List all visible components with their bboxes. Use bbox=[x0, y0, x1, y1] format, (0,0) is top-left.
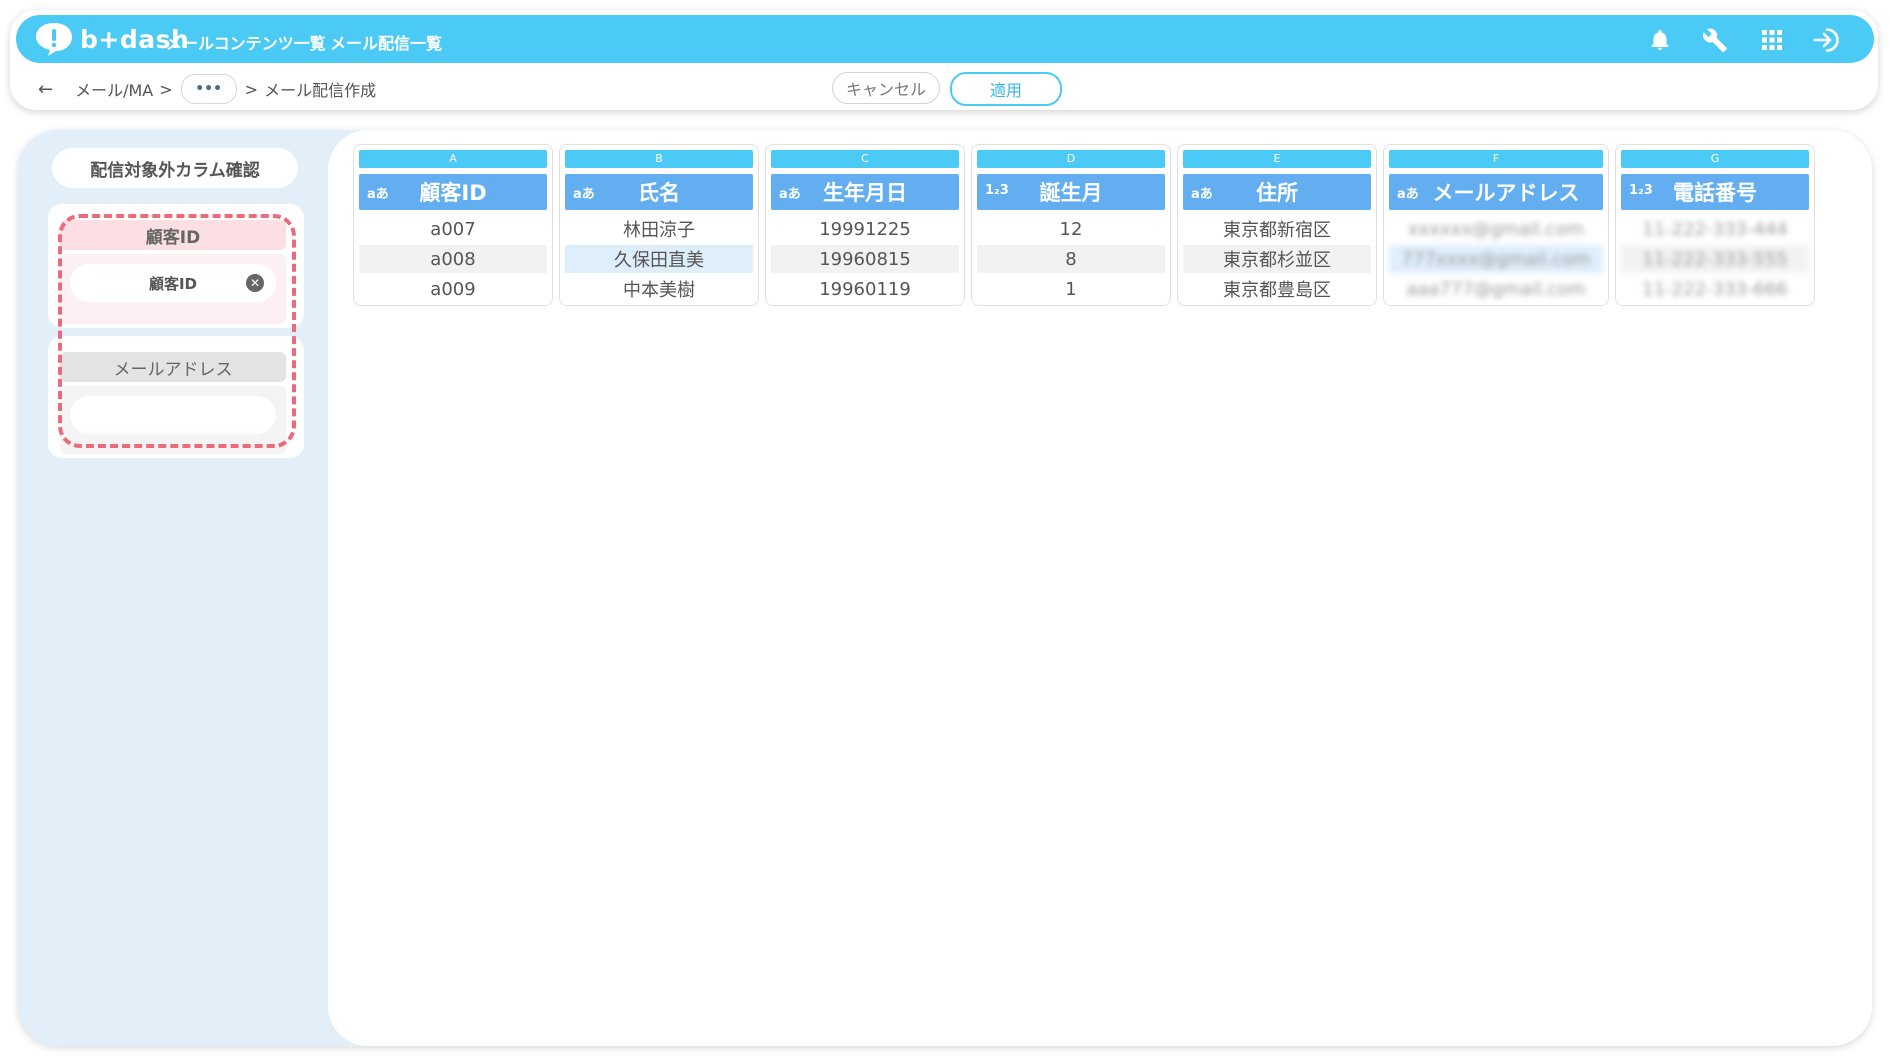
empty-chip-slot[interactable] bbox=[70, 396, 276, 434]
cancel-button[interactable]: キャンセル bbox=[832, 72, 940, 104]
chip-label: 顧客ID bbox=[148, 274, 198, 293]
column-card-c[interactable]: C aあ 生年月日 19991225 19960815 19960119 bbox=[765, 144, 965, 306]
wrench-icon[interactable] bbox=[1700, 25, 1730, 55]
breadcrumb-ellipsis-button[interactable]: ••• bbox=[180, 74, 237, 104]
column-name: 顧客ID bbox=[419, 181, 487, 205]
column-name: 電話番号 bbox=[1673, 181, 1757, 205]
column-card-e[interactable]: E aあ 住所 東京都新宿区 東京都杉並区 東京都豊島区 bbox=[1177, 144, 1377, 306]
text-type-icon: aあ bbox=[1397, 187, 1419, 202]
table-cell: 19960815 bbox=[771, 245, 959, 273]
breadcrumb-separator: > bbox=[244, 79, 259, 99]
table-cell: 中本美樹 bbox=[623, 280, 695, 301]
column-card-b[interactable]: B aあ 氏名 林田涼子 久保田直美 中本美樹 bbox=[559, 144, 759, 306]
table-cell: a008 bbox=[359, 245, 547, 273]
number-type-icon: 1₂3 bbox=[985, 183, 1009, 198]
text-type-icon: aあ bbox=[1191, 187, 1213, 202]
table-cell-masked: xxxxxx@gmail.com bbox=[1407, 218, 1585, 240]
table-cell: a009 bbox=[430, 278, 476, 300]
column-letter: B bbox=[565, 150, 753, 168]
column-name: 生年月日 bbox=[823, 181, 907, 205]
back-arrow-icon[interactable]: ← bbox=[38, 79, 53, 100]
breadcrumb-current: メール配信作成 bbox=[264, 81, 377, 100]
top-nav-bar: b+dash メールコンテンツ一覧 メール配信一覧 bbox=[16, 15, 1874, 63]
number-type-icon: 1₂3 bbox=[1629, 183, 1653, 198]
table-cell-masked: 777xxxx@gmail.com bbox=[1389, 245, 1603, 273]
table-cell-masked: 11-222-333-444 bbox=[1642, 218, 1788, 240]
nav-mail-deliveries[interactable]: メール配信一覧 bbox=[330, 30, 442, 54]
breadcrumb: ← メール/MA > ••• > メール配信作成 bbox=[38, 74, 376, 104]
table-cell: a007 bbox=[430, 218, 476, 240]
column-card-d[interactable]: D 1₂3 誕生月 12 8 1 bbox=[971, 144, 1171, 306]
column-name: 誕生月 bbox=[1039, 181, 1103, 205]
table-cell: 東京都杉並区 bbox=[1183, 245, 1371, 273]
bell-icon[interactable] bbox=[1645, 25, 1675, 55]
table-cell-masked: 11-222-333-555 bbox=[1621, 245, 1809, 273]
column-letter: C bbox=[771, 150, 959, 168]
column-name: 住所 bbox=[1256, 181, 1298, 205]
table-cell: 19960119 bbox=[819, 278, 911, 300]
column-header[interactable]: aあ 顧客ID bbox=[359, 174, 547, 210]
column-letter: G bbox=[1621, 150, 1809, 168]
column-header[interactable]: aあ 生年月日 bbox=[771, 174, 959, 210]
column-card-a[interactable]: A aあ 顧客ID a007 a008 a009 bbox=[353, 144, 553, 306]
table-cell: 東京都新宿区 bbox=[1223, 220, 1331, 241]
apps-grid-icon[interactable] bbox=[1757, 25, 1787, 55]
column-letter: F bbox=[1389, 150, 1603, 168]
field-label-customer-id: 顧客ID bbox=[60, 220, 286, 250]
column-header[interactable]: aあ 氏名 bbox=[565, 174, 753, 210]
breadcrumb-root[interactable]: メール/MA bbox=[75, 77, 153, 101]
column-chip-customer-id[interactable]: 顧客ID ✕ bbox=[70, 264, 276, 302]
column-header[interactable]: 1₂3 電話番号 bbox=[1621, 174, 1809, 210]
column-name: メールアドレス bbox=[1432, 181, 1580, 205]
text-type-icon: aあ bbox=[367, 187, 389, 202]
logout-icon[interactable] bbox=[1813, 25, 1843, 55]
text-type-icon: aあ bbox=[573, 187, 595, 202]
column-letter: D bbox=[977, 150, 1165, 168]
text-type-icon: aあ bbox=[779, 187, 801, 202]
table-cell-masked: 11-222-333-666 bbox=[1642, 278, 1788, 300]
table-cell: 東京都豊島区 bbox=[1223, 280, 1331, 301]
column-header[interactable]: aあ メールアドレス bbox=[1389, 174, 1603, 210]
logo-bubble-icon bbox=[36, 23, 72, 56]
table-cell: 12 bbox=[1059, 218, 1083, 240]
remove-chip-icon[interactable]: ✕ bbox=[246, 274, 264, 292]
column-header[interactable]: aあ 住所 bbox=[1183, 174, 1371, 210]
apply-button[interactable]: 適用 bbox=[950, 72, 1062, 106]
table-cell: 久保田直美 bbox=[565, 245, 753, 273]
breadcrumb-separator: > bbox=[159, 79, 173, 99]
column-name: 氏名 bbox=[638, 181, 680, 205]
table-cell: 8 bbox=[977, 245, 1165, 273]
table-cell: 1 bbox=[1065, 278, 1077, 300]
column-card-f[interactable]: F aあ メールアドレス xxxxxx@gmail.com 777xxxx@gma… bbox=[1383, 144, 1609, 306]
nav-mail-contents[interactable]: メールコンテンツ一覧 bbox=[166, 30, 326, 54]
column-letter: E bbox=[1183, 150, 1371, 168]
column-header[interactable]: 1₂3 誕生月 bbox=[977, 174, 1165, 210]
column-card-g[interactable]: G 1₂3 電話番号 11-222-333-444 11-222-333-555 … bbox=[1615, 144, 1815, 306]
field-label-email: メールアドレス bbox=[60, 352, 286, 382]
table-cell-masked: aaa777@gmail.com bbox=[1406, 278, 1586, 300]
table-cell: 19991225 bbox=[819, 218, 911, 240]
table-cell: 林田涼子 bbox=[623, 220, 695, 241]
column-letter: A bbox=[359, 150, 547, 168]
excluded-columns-title: 配信対象外カラム確認 bbox=[52, 148, 298, 188]
